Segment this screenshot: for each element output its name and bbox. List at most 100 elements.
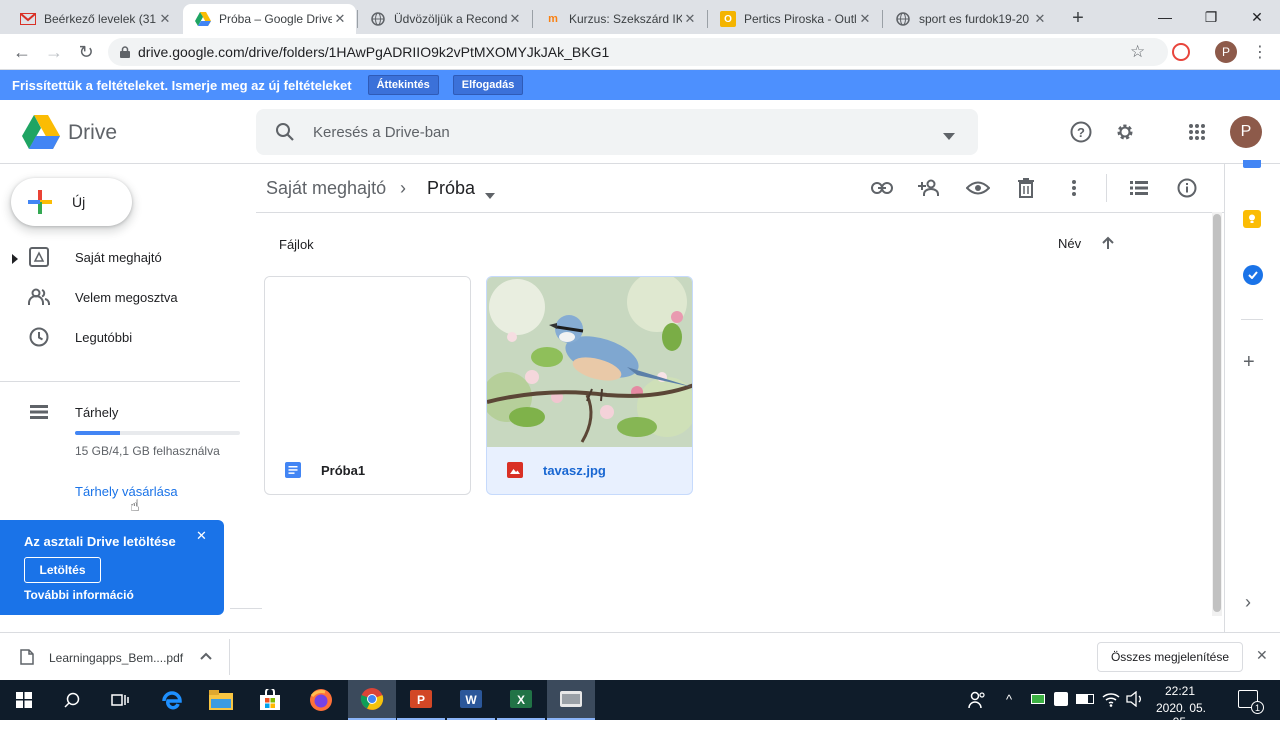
- show-hidden-icons-chevron-icon[interactable]: ^: [1006, 692, 1012, 707]
- video-app-icon[interactable]: [547, 680, 595, 720]
- minimize-button[interactable]: —: [1142, 0, 1188, 34]
- expand-panel-chevron-icon[interactable]: ›: [1245, 592, 1251, 613]
- sidebar-item-storage[interactable]: Tárhely: [0, 392, 240, 432]
- taskbar-time[interactable]: 22:21: [1150, 684, 1210, 698]
- main-scrollbar-thumb[interactable]: [1213, 214, 1221, 612]
- sidebar-item-label: Legutóbbi: [75, 329, 133, 345]
- close-tab-icon[interactable]: ✕: [157, 11, 173, 27]
- tray-app-icon[interactable]: [1031, 694, 1045, 704]
- tab-title: Üdvözöljük a Recond: [394, 12, 507, 26]
- excel-icon[interactable]: X: [497, 680, 545, 720]
- battery-icon[interactable]: [1076, 694, 1094, 704]
- browser-menu-icon[interactable]: ⋮: [1252, 42, 1268, 62]
- apps-grid-icon[interactable]: [1177, 112, 1217, 152]
- new-button[interactable]: Új: [11, 178, 132, 226]
- close-tab-icon[interactable]: ✕: [682, 11, 698, 27]
- settings-gear-icon[interactable]: [1105, 112, 1145, 152]
- info-icon[interactable]: [1175, 176, 1199, 200]
- task-view-icon[interactable]: [96, 680, 144, 720]
- sidebar-item-recent[interactable]: Legutóbbi: [0, 317, 240, 357]
- more-actions-icon[interactable]: [1062, 176, 1086, 200]
- extension-icon[interactable]: [1172, 43, 1190, 61]
- expand-arrow-icon[interactable]: [12, 252, 18, 267]
- keep-icon[interactable]: [1243, 210, 1261, 228]
- chrome-icon[interactable]: [348, 680, 396, 720]
- accept-button[interactable]: Elfogadás: [452, 75, 524, 95]
- sort-by-name[interactable]: Név: [1058, 236, 1081, 251]
- preview-eye-icon[interactable]: [966, 176, 990, 200]
- moodle-icon: m: [548, 13, 558, 25]
- close-tab-icon[interactable]: ✕: [332, 11, 348, 27]
- tab-outlook[interactable]: O Pertics Piroska - Outl ✕: [708, 4, 881, 34]
- taskbar-date[interactable]: 2020. 05. 05.: [1146, 701, 1216, 729]
- close-tab-icon[interactable]: ✕: [1032, 11, 1048, 27]
- reload-icon[interactable]: ↻: [72, 39, 100, 65]
- tab-gmail[interactable]: Beérkező levelek (31 ✕: [8, 4, 181, 34]
- breadcrumb-root[interactable]: Saját meghajtó: [266, 178, 386, 199]
- tab-drive[interactable]: Próba – Google Drive ✕: [183, 4, 356, 34]
- list-view-icon[interactable]: [1127, 176, 1151, 200]
- windows-start-icon[interactable]: [0, 680, 48, 720]
- profile-avatar[interactable]: P: [1215, 41, 1237, 63]
- show-all-downloads-button[interactable]: Összes megjelenítése: [1097, 642, 1243, 672]
- wifi-icon[interactable]: [1102, 691, 1120, 712]
- review-button[interactable]: Áttekintés: [367, 75, 439, 95]
- close-window-button[interactable]: ✕: [1234, 0, 1280, 34]
- download-button[interactable]: Letöltés: [24, 557, 101, 583]
- get-link-icon[interactable]: [870, 176, 894, 200]
- help-icon[interactable]: ?: [1061, 112, 1101, 152]
- tray-sync-icon[interactable]: [1054, 692, 1068, 706]
- breadcrumb-current[interactable]: Próba: [427, 178, 475, 199]
- url-bar[interactable]: drive.google.com/drive/folders/1HAwPgADR…: [108, 38, 1168, 66]
- bookmark-star-icon[interactable]: ☆: [1130, 42, 1145, 62]
- close-tab-icon[interactable]: ✕: [507, 11, 523, 27]
- forward-arrow-icon[interactable]: →: [40, 39, 68, 65]
- file-card-image[interactable]: tavasz.jpg: [486, 276, 693, 495]
- tab-sport[interactable]: sport es furdok19-20 ✕: [883, 4, 1056, 34]
- people-tray-icon[interactable]: [968, 691, 986, 714]
- tab-divider: [882, 10, 883, 28]
- trash-icon[interactable]: [1014, 176, 1038, 200]
- tasks-icon[interactable]: [1243, 265, 1263, 285]
- file-card-doc[interactable]: Próba1: [264, 276, 471, 495]
- main-scrollbar-track[interactable]: [1212, 212, 1222, 616]
- drive-logo-icon[interactable]: [22, 115, 60, 154]
- app-name[interactable]: Drive: [68, 121, 117, 145]
- volume-icon[interactable]: [1126, 690, 1144, 712]
- close-icon[interactable]: ✕: [196, 528, 207, 544]
- file-explorer-icon[interactable]: [197, 680, 245, 720]
- search-options-icon[interactable]: [943, 128, 955, 146]
- download-file-name[interactable]: Learningapps_Bem....pdf: [49, 651, 183, 665]
- search-input[interactable]: Keresés a Drive-ban: [313, 124, 450, 141]
- powerpoint-icon[interactable]: P: [397, 680, 445, 720]
- restore-button[interactable]: ❐: [1188, 0, 1234, 34]
- account-avatar[interactable]: P: [1230, 116, 1262, 148]
- new-tab-button[interactable]: +: [1066, 6, 1090, 30]
- search-icon[interactable]: [48, 680, 96, 720]
- more-info-link[interactable]: További információ: [24, 588, 134, 602]
- sort-direction-arrow-icon[interactable]: [1101, 236, 1115, 255]
- edge-browser-icon[interactable]: [148, 680, 196, 720]
- tab-recond[interactable]: Üdvözöljük a Recond ✕: [358, 4, 531, 34]
- search-bar[interactable]: Keresés a Drive-ban: [256, 109, 978, 155]
- buy-storage-link[interactable]: Tárhely vásárlása: [75, 484, 178, 499]
- firefox-icon[interactable]: [297, 680, 345, 720]
- share-add-person-icon[interactable]: [918, 176, 942, 200]
- sidebar-item-my-drive[interactable]: Saját meghajtó: [0, 237, 240, 277]
- add-addon-plus-icon[interactable]: +: [1243, 351, 1255, 374]
- search-icon[interactable]: [275, 122, 295, 147]
- back-arrow-icon[interactable]: ←: [8, 39, 36, 65]
- sidebar-item-shared[interactable]: Velem megosztva: [0, 277, 240, 317]
- folder-menu-arrow-icon[interactable]: [485, 186, 495, 204]
- word-icon[interactable]: W: [447, 680, 495, 720]
- tab-kurzus[interactable]: m Kurzus: Szekszárd IKT ✕: [533, 4, 706, 34]
- calendar-icon[interactable]: [1243, 160, 1261, 168]
- close-download-bar-icon[interactable]: ✕: [1256, 647, 1268, 664]
- close-tab-icon[interactable]: ✕: [857, 11, 873, 27]
- tab-title: Beérkező levelek (31: [44, 12, 157, 26]
- download-bar: Learningapps_Bem....pdf Összes megjelení…: [0, 632, 1280, 680]
- chevron-up-icon[interactable]: [200, 647, 212, 665]
- main-divider: [256, 212, 1224, 213]
- store-icon[interactable]: [246, 680, 294, 720]
- file-name: Próba1: [321, 462, 366, 478]
